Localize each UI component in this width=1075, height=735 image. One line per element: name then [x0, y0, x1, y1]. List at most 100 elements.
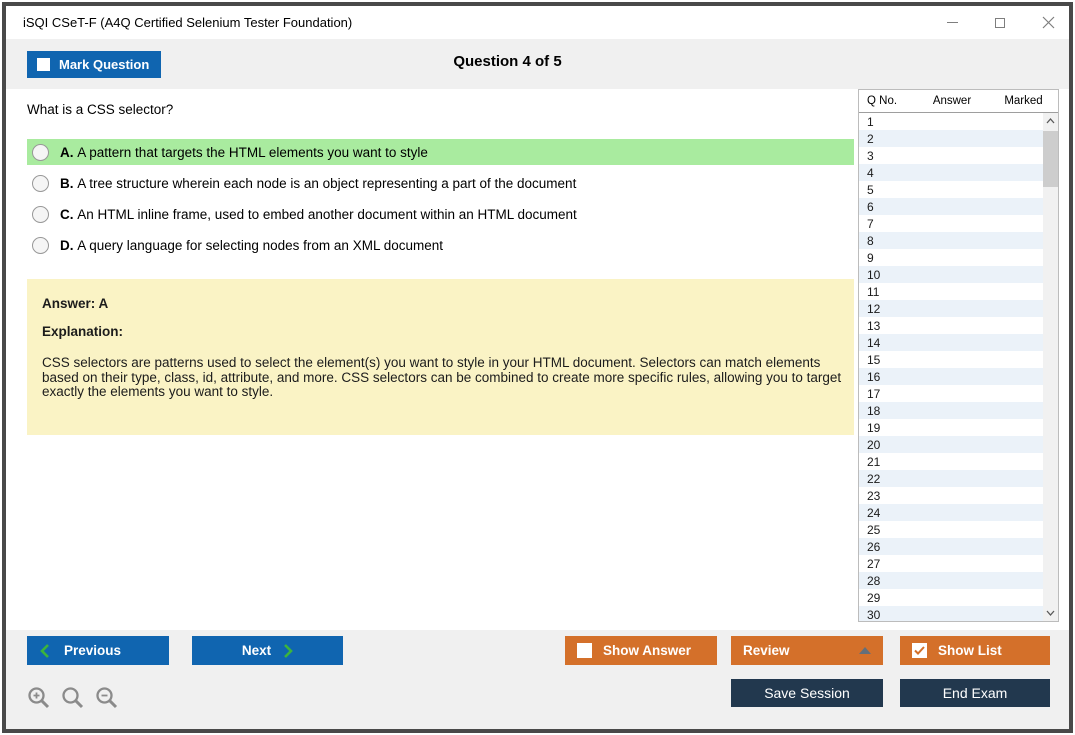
qlist-cell-qno: 11 — [867, 284, 880, 299]
radio-button[interactable] — [32, 174, 49, 192]
qlist-row[interactable]: 19 — [859, 419, 1043, 436]
qlist-row[interactable]: 9 — [859, 249, 1043, 266]
previous-button[interactable]: Previous — [27, 636, 169, 665]
save-session-button[interactable]: Save Session — [731, 679, 883, 707]
qlist-row[interactable]: 1 — [859, 113, 1043, 130]
option-row-c[interactable]: C. An HTML inline frame, used to embed a… — [27, 201, 854, 227]
zoom-icon[interactable] — [61, 686, 86, 711]
previous-label: Previous — [64, 643, 122, 658]
qlist-row[interactable]: 11 — [859, 283, 1043, 300]
qlist-cell-qno: 20 — [867, 437, 881, 452]
qlist-row[interactable]: 16 — [859, 368, 1043, 385]
qlist-row[interactable]: 6 — [859, 198, 1043, 215]
header-marked: Marked — [1004, 95, 1043, 107]
qlist-cell-qno: 1 — [867, 114, 874, 129]
window-title: iSQI CSeT-F (A4Q Certified Selenium Test… — [23, 15, 353, 30]
qlist-row[interactable]: 21 — [859, 453, 1043, 470]
qlist-row[interactable]: 27 — [859, 555, 1043, 572]
qlist-row[interactable]: 13 — [859, 317, 1043, 334]
chevron-right-icon — [284, 643, 293, 658]
qlist-cell-qno: 22 — [867, 471, 881, 486]
qlist-row[interactable]: 3 — [859, 147, 1043, 164]
radio-button[interactable] — [32, 205, 49, 223]
end-exam-label: End Exam — [942, 685, 1008, 701]
qlist-cell-qno: 28 — [867, 573, 881, 588]
qlist-row[interactable]: 26 — [859, 538, 1043, 555]
window-controls — [945, 6, 1055, 39]
show-answer-label: Show Answer — [603, 643, 692, 658]
footer-bar: Previous Next Show Answer Review Show Li… — [6, 630, 1069, 729]
show-list-label: Show List — [938, 643, 1002, 658]
qlist-row[interactable]: 8 — [859, 232, 1043, 249]
qlist-cell-qno: 26 — [867, 539, 881, 554]
scrollbar-thumb[interactable] — [1043, 131, 1058, 187]
qlist-row[interactable]: 28 — [859, 572, 1043, 589]
minimize-icon[interactable] — [945, 16, 959, 30]
qlist-cell-qno: 19 — [867, 420, 881, 435]
review-dropdown-button[interactable]: Review — [731, 636, 883, 665]
header-qno: Q No. — [867, 95, 898, 107]
qlist-row[interactable]: 15 — [859, 351, 1043, 368]
end-exam-button[interactable]: End Exam — [900, 679, 1050, 707]
qlist-cell-qno: 16 — [867, 369, 881, 384]
close-icon[interactable] — [1041, 16, 1055, 30]
qlist-row[interactable]: 7 — [859, 215, 1043, 232]
options-list: A. A pattern that targets the HTML eleme… — [27, 139, 854, 263]
option-row-a[interactable]: A. A pattern that targets the HTML eleme… — [27, 139, 854, 165]
scroll-up-icon[interactable] — [1043, 113, 1058, 129]
show-answer-checkbox[interactable] — [577, 643, 592, 658]
qlist-cell-qno: 8 — [867, 233, 874, 248]
qlist-row[interactable]: 14 — [859, 334, 1043, 351]
scroll-down-icon[interactable] — [1043, 605, 1058, 621]
qlist-row[interactable]: 10 — [859, 266, 1043, 283]
qlist-cell-qno: 3 — [867, 148, 874, 163]
question-list-header: Q No. Answer Marked — [859, 90, 1058, 113]
option-row-b[interactable]: B. A tree structure wherein each node is… — [27, 170, 854, 196]
qlist-cell-qno: 14 — [867, 335, 881, 350]
qlist-cell-qno: 4 — [867, 165, 874, 180]
radio-button[interactable] — [32, 143, 49, 161]
qlist-row[interactable]: 25 — [859, 521, 1043, 538]
radio-button[interactable] — [32, 236, 49, 254]
qlist-cell-qno: 5 — [867, 182, 874, 197]
title-bar: iSQI CSeT-F (A4Q Certified Selenium Test… — [6, 6, 1069, 39]
qlist-row[interactable]: 30 — [859, 606, 1043, 621]
header-answer: Answer — [932, 95, 972, 107]
next-button[interactable]: Next — [192, 636, 343, 665]
option-label: D. A query language for selecting nodes … — [60, 237, 443, 253]
qlist-cell-qno: 27 — [867, 556, 881, 571]
show-answer-button[interactable]: Show Answer — [565, 636, 717, 665]
zoom-tools — [27, 686, 120, 711]
show-list-checkbox[interactable] — [912, 643, 927, 658]
explanation-text: CSS selectors are patterns used to selec… — [42, 355, 842, 399]
question-list-panel: Q No. Answer Marked 1 2 3 4 5 6 7 8 9 10 11 12 13 14 1… — [858, 89, 1059, 622]
qlist-row[interactable]: 23 — [859, 487, 1043, 504]
qlist-row[interactable]: 4 — [859, 164, 1043, 181]
option-row-d[interactable]: D. A query language for selecting nodes … — [27, 232, 854, 258]
qlist-row[interactable]: 20 — [859, 436, 1043, 453]
qlist-row[interactable]: 5 — [859, 181, 1043, 198]
option-label: C. An HTML inline frame, used to embed a… — [60, 206, 577, 222]
triangle-up-icon — [859, 647, 871, 654]
question-list-scrollbar[interactable] — [1043, 113, 1058, 621]
show-list-button[interactable]: Show List — [900, 636, 1050, 665]
zoom-in-icon[interactable] — [27, 686, 52, 711]
qlist-cell-qno: 12 — [867, 301, 881, 316]
qlist-row[interactable]: 24 — [859, 504, 1043, 521]
qlist-cell-qno: 13 — [867, 318, 881, 333]
qlist-cell-qno: 6 — [867, 199, 874, 214]
qlist-row[interactable]: 12 — [859, 300, 1043, 317]
qlist-row[interactable]: 2 — [859, 130, 1043, 147]
next-label: Next — [241, 643, 272, 658]
qlist-cell-qno: 23 — [867, 488, 881, 503]
qlist-row[interactable]: 22 — [859, 470, 1043, 487]
maximize-icon[interactable] — [993, 16, 1007, 30]
qlist-row[interactable]: 29 — [859, 589, 1043, 606]
qlist-row[interactable]: 18 — [859, 402, 1043, 419]
qlist-cell-qno: 18 — [867, 403, 881, 418]
qlist-cell-qno: 2 — [867, 131, 874, 146]
qlist-row[interactable]: 17 — [859, 385, 1043, 402]
qlist-cell-qno: 15 — [867, 352, 881, 367]
qlist-cell-qno: 17 — [867, 386, 881, 401]
zoom-out-icon[interactable] — [95, 686, 120, 711]
